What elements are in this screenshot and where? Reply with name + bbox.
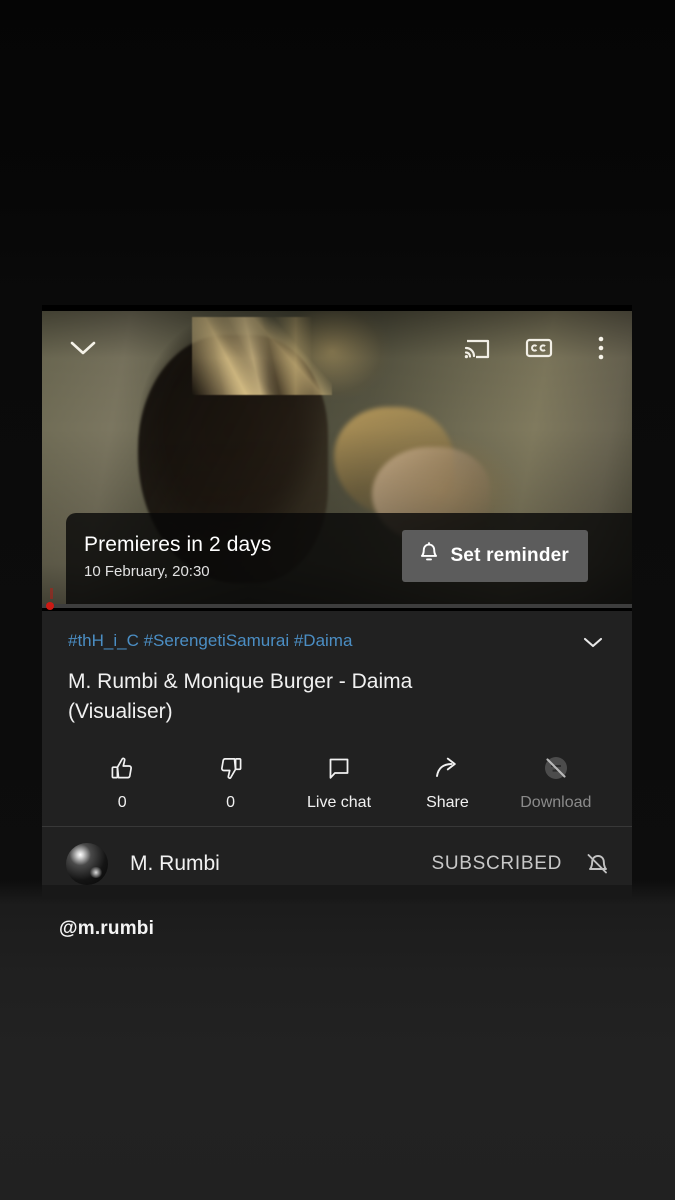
share-label: Share (426, 793, 469, 811)
chat-bubble-icon (324, 753, 354, 785)
channel-row-actions: SUBSCRIBED (431, 849, 612, 879)
live-chat-button[interactable]: Live chat (285, 753, 393, 812)
progress-marker-tick (50, 588, 53, 599)
chevron-down-icon[interactable] (66, 331, 100, 365)
progress-scrubber[interactable] (42, 604, 632, 608)
subscribe-button[interactable]: SUBSCRIBED (431, 853, 562, 875)
channel-row[interactable]: M. Rumbi SUBSCRIBED (42, 827, 632, 885)
thumb-up-icon (107, 753, 137, 785)
video-player[interactable]: Premieres in 2 days 10 February, 20:30 S… (42, 311, 632, 605)
video-action-row: 0 0 Live chat Share Download (68, 753, 610, 826)
share-arrow-icon (432, 753, 462, 785)
video-title: M. Rumbi & Monique Burger - Daima (Visua… (68, 670, 413, 723)
tweet-handle[interactable]: @m.rumbi (59, 918, 154, 940)
premiere-datetime: 10 February, 20:30 (84, 562, 210, 580)
player-right-controls (462, 333, 616, 363)
progress-handle[interactable] (46, 602, 54, 610)
share-button[interactable]: Share (393, 753, 501, 812)
premiere-overlay: Premieres in 2 days 10 February, 20:30 S… (66, 513, 632, 605)
bell-off-icon[interactable] (582, 849, 612, 879)
dislike-count: 0 (226, 793, 236, 811)
metadata-header-row: #thH_i_C #SerengetiSamurai #Daima (68, 631, 610, 655)
like-button[interactable]: 0 (68, 753, 176, 812)
closed-captions-icon[interactable] (524, 333, 554, 363)
video-metadata-panel: #thH_i_C #SerengetiSamurai #Daima M. Rum… (42, 611, 632, 885)
youtube-video-card: Premieres in 2 days 10 February, 20:30 S… (42, 305, 632, 897)
download-disabled-icon (540, 753, 572, 785)
screenshot-root: Premieres in 2 days 10 February, 20:30 S… (0, 0, 675, 1200)
more-vertical-icon[interactable] (586, 333, 616, 363)
dislike-button[interactable]: 0 (176, 753, 284, 812)
premiere-headline: Premieres in 2 days (84, 533, 272, 557)
set-reminder-button[interactable]: Set reminder (402, 530, 588, 582)
channel-name[interactable]: M. Rumbi (130, 852, 220, 876)
download-label: Download (520, 793, 592, 811)
video-hashtags[interactable]: #thH_i_C #SerengetiSamurai #Daima (68, 631, 576, 651)
cast-icon[interactable] (462, 333, 492, 363)
bell-icon (419, 542, 439, 570)
download-button: Download (502, 753, 610, 812)
channel-avatar[interactable] (66, 842, 108, 885)
premiere-text-group: Premieres in 2 days 10 February, 20:30 (84, 532, 402, 579)
chevron-down-icon[interactable] (576, 629, 610, 655)
player-top-controls (42, 311, 632, 385)
thumb-down-icon (216, 753, 246, 785)
set-reminder-label: Set reminder (450, 545, 569, 566)
like-count: 0 (117, 793, 127, 811)
live-chat-label: Live chat (306, 793, 372, 811)
